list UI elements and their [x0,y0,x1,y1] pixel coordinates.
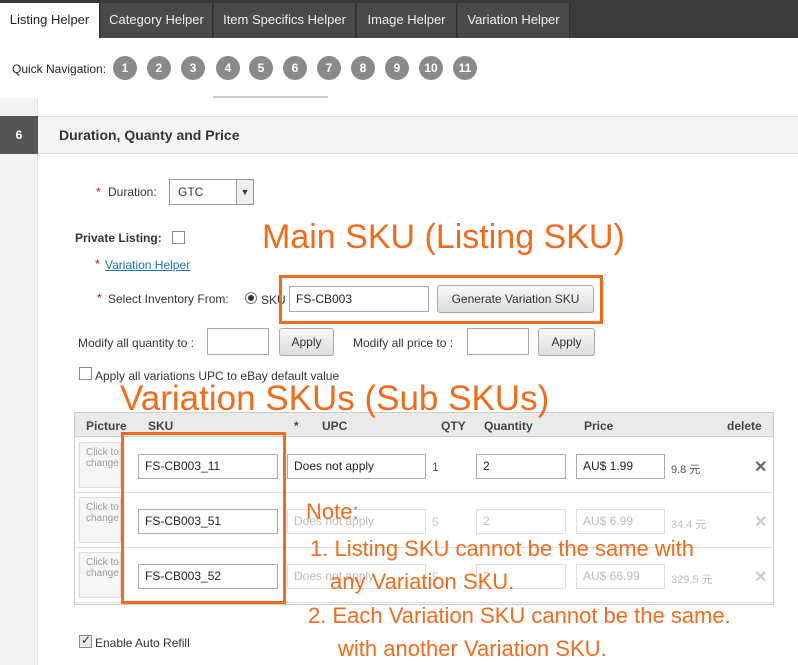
delete-icon[interactable]: ✕ [754,567,767,587]
private-listing-label: Private Listing: [75,231,162,245]
price-cny: 9.8 元 [671,464,701,476]
price-cny: 34.4 元 [671,519,707,531]
price-input[interactable]: AU$ 1.99 [576,454,665,479]
variation-skus-highlight [121,432,286,604]
header-qty: QTY [441,419,466,433]
tab-variation-helper[interactable]: Variation Helper [458,3,570,38]
main-sku-highlight [279,275,603,324]
duration-select[interactable]: GTC ▼ [169,179,254,205]
note-line-2: any Variation SKU. [330,569,515,594]
delete-icon[interactable]: ✕ [754,457,767,477]
note-line-3: 2. Each Variation SKU cannot be the same… [308,603,731,628]
note-line-1: 1. Listing SKU cannot be the same with [310,536,694,561]
tab-listing-helper[interactable]: Listing Helper [0,3,100,38]
qty-value: 1 [432,460,439,474]
required-mark: * [96,185,101,199]
note-line-4: with another Variation SKU. [338,636,607,661]
upc-input[interactable]: Does not apply [287,454,426,479]
qty-value: 5 [432,515,439,529]
required-mark: * [294,419,299,433]
duration-value: GTC [178,185,204,199]
tab-item-specifics-helper[interactable]: Item Specifics Helper [214,3,356,38]
helper-tab-bar: Listing Helper Category Helper Item Spec… [0,0,798,38]
required-mark: * [95,257,100,271]
quick-nav-8[interactable]: 8 [351,56,375,80]
modify-quantity-label: Modify all quantity to : [78,336,195,350]
chevron-down-icon: ▼ [236,180,253,204]
header-upc: UPC [322,419,348,433]
quick-nav-5[interactable]: 5 [249,56,273,80]
enable-auto-refill-checkbox[interactable] [79,633,92,648]
main-sku-annotation: Main SKU (Listing SKU) [262,218,625,256]
note-title: Note: [306,499,359,524]
picture-placeholder[interactable]: Click to change [79,497,121,543]
modify-quantity-input[interactable] [207,328,269,355]
variation-helper-link[interactable]: Variation Helper [105,258,190,272]
quick-nav-6[interactable]: 6 [283,56,307,80]
enable-auto-refill-label: Enable Auto Refill [95,636,190,650]
picture-placeholder[interactable]: Click to change [79,552,121,598]
quick-nav-7[interactable]: 7 [317,56,341,80]
quick-nav-2[interactable]: 2 [147,56,171,80]
price-input[interactable]: AU$ 6.99 [576,509,665,534]
inventory-label: Select Inventory From: [108,292,229,306]
quantity-input[interactable]: 2 [476,454,566,479]
header-picture: Picture [86,419,127,433]
apply-quantity-button[interactable]: Apply [279,328,334,356]
section-title: Duration, Quanty and Price [59,127,240,143]
quick-nav-10[interactable]: 10 [419,56,443,80]
variation-skus-annotation: Variation SKUs (Sub SKUs) [120,379,550,418]
header-delete: delete [727,419,762,433]
quantity-input[interactable]: 2 [476,509,566,534]
tab-image-helper[interactable]: Image Helper [357,3,457,38]
price-input[interactable]: AU$ 66.99 [576,564,665,589]
required-mark: * [97,291,102,305]
quick-navigation-label: Quick Navigation: [12,62,107,76]
picture-placeholder[interactable]: Click to change [79,442,121,488]
quick-nav-9[interactable]: 9 [385,56,409,80]
divider [213,96,328,98]
quick-nav-4[interactable]: 4 [216,56,240,80]
header-sku: SKU [148,419,174,433]
sku-radio[interactable] [245,292,257,304]
apply-upc-checkbox[interactable] [79,367,92,380]
apply-price-button[interactable]: Apply [538,328,595,356]
delete-icon[interactable]: ✕ [754,512,767,532]
left-gutter [0,98,38,665]
duration-label: Duration: [108,185,157,199]
tab-category-helper[interactable]: Category Helper [101,3,213,38]
quick-nav-11[interactable]: 11 [453,56,477,80]
modify-price-label: Modify all price to : [353,336,454,350]
quick-nav-1[interactable]: 1 [113,56,137,80]
section-number: 6 [0,116,38,154]
price-cny: 329.5 元 [671,574,713,586]
modify-price-input[interactable] [467,328,529,355]
private-listing-checkbox[interactable] [172,231,185,244]
quick-nav-3[interactable]: 3 [181,56,205,80]
header-quantity: Quantity [484,419,533,433]
header-price: Price [584,419,614,433]
